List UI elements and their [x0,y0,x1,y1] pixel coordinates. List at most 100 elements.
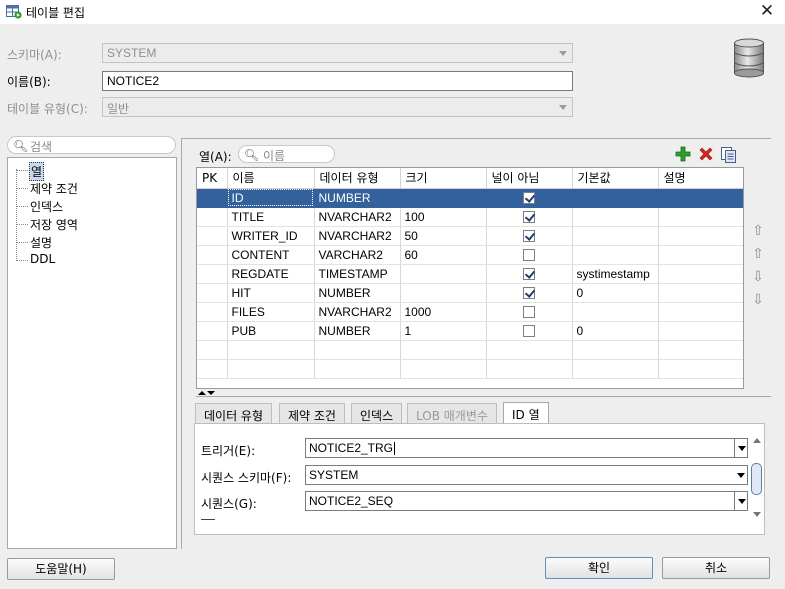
pk-cell[interactable] [197,207,228,227]
not-null-checkbox[interactable] [523,211,535,224]
pk-cell[interactable] [197,188,228,208]
move-up-icon[interactable]: ⇧ [751,247,765,261]
default-cell[interactable]: systimestamp [572,264,659,284]
table-row[interactable]: TITLE NVARCHAR2 100 [197,207,743,227]
size-cell[interactable] [400,283,487,303]
pk-cell[interactable] [197,302,228,322]
name-cell[interactable]: REGDATE [227,264,315,284]
not-null-checkbox[interactable] [523,192,535,205]
column-header[interactable]: 설명 [658,168,743,189]
comment-cell[interactable] [658,321,743,341]
default-cell[interactable]: 0 [572,321,659,341]
not-null-cell[interactable] [486,302,573,322]
name-cell[interactable]: PUB [227,321,315,341]
tab-data-type[interactable]: 데이터 유형 [195,403,273,423]
default-cell[interactable] [572,226,659,246]
sequence-schema-select[interactable]: SYSTEM [305,465,748,485]
not-null-checkbox[interactable] [523,268,535,281]
tree-item-storage[interactable]: 저장 영역 [30,216,78,233]
type-cell[interactable]: NUMBER [314,321,401,341]
size-cell[interactable]: 100 [400,207,487,227]
sequence-combo[interactable]: NOTICE2_SEQ [305,491,748,511]
default-cell[interactable]: 0 [572,283,659,303]
help-button[interactable]: 도움말(H) [7,558,115,580]
tab-identity-column[interactable]: ID 열 [503,402,549,424]
column-header[interactable]: 널이 아님 [486,168,573,189]
move-down-icon[interactable]: ⇩ [751,270,765,284]
pk-cell[interactable] [197,321,228,341]
not-null-cell[interactable] [486,207,573,227]
type-cell[interactable]: VARCHAR2 [314,245,401,265]
not-null-cell[interactable] [486,283,573,303]
scroll-thumb[interactable] [751,463,762,495]
not-null-cell[interactable] [486,226,573,246]
name-cell[interactable]: WRITER_ID [227,226,315,246]
column-header[interactable]: 크기 [400,168,487,189]
table-row[interactable]: WRITER_ID NVARCHAR2 50 [197,226,743,246]
close-button[interactable]: ✕ [758,2,776,20]
table-type-select[interactable]: 일반 [102,97,573,117]
type-cell[interactable]: TIMESTAMP [314,264,401,284]
not-null-checkbox[interactable] [523,325,535,338]
add-column-icon[interactable] [675,146,691,162]
tab-indexes[interactable]: 인덱스 [351,403,403,423]
column-header[interactable]: 이름 [227,168,315,189]
ok-button[interactable]: 확인 [545,557,653,579]
comment-cell[interactable] [658,226,743,246]
table-name-input[interactable]: NOTICE2 [102,71,573,91]
not-null-cell[interactable] [486,264,573,284]
not-null-cell[interactable] [486,188,573,208]
chevron-down-icon[interactable] [734,466,747,484]
not-null-checkbox[interactable] [523,306,535,319]
name-cell[interactable]: TITLE [227,207,315,227]
size-cell[interactable]: 60 [400,245,487,265]
chevron-down-icon[interactable] [734,439,747,457]
comment-cell[interactable] [658,207,743,227]
default-cell[interactable] [572,302,659,322]
not-null-checkbox[interactable] [523,230,535,243]
table-row[interactable]: REGDATE TIMESTAMP systimestamp [197,264,743,284]
move-bottom-icon[interactable]: ⇩ [751,293,765,307]
name-cell[interactable]: HIT [227,283,315,303]
type-cell[interactable]: NUMBER [314,188,401,208]
copy-column-icon[interactable] [720,146,737,163]
tree-item-comment[interactable]: 설명 [30,234,52,251]
table-row[interactable]: HIT NUMBER 0 [197,283,743,303]
pk-cell[interactable] [197,283,228,303]
not-null-checkbox[interactable] [523,249,535,262]
type-cell[interactable]: NUMBER [314,283,401,303]
not-null-cell[interactable] [486,245,573,265]
table-row[interactable]: FILES NVARCHAR2 1000 [197,302,743,322]
tab-lob-parameters[interactable]: LOB 매개변수 [407,403,497,423]
tree-item-ddl[interactable]: DDL [30,252,55,266]
column-header[interactable]: 데이터 유형 [314,168,401,189]
name-cell[interactable]: ID [227,188,315,208]
size-cell[interactable]: 50 [400,226,487,246]
trigger-combo[interactable]: NOTICE2_TRG [305,438,748,458]
pk-cell[interactable] [197,264,228,284]
size-cell[interactable]: 1 [400,321,487,341]
expand-down-icon[interactable] [207,391,215,395]
schema-select[interactable]: SYSTEM [102,43,573,63]
comment-cell[interactable] [658,188,743,208]
size-cell[interactable]: 1000 [400,302,487,322]
type-cell[interactable]: NVARCHAR2 [314,302,401,322]
tree-item-indexes[interactable]: 인덱스 [30,198,63,215]
vertical-scrollbar[interactable] [750,436,763,520]
tab-constraints[interactable]: 제약 조건 [279,403,345,423]
name-cell[interactable]: FILES [227,302,315,322]
name-cell[interactable]: CONTENT [227,245,315,265]
delete-column-icon[interactable] [698,146,714,162]
type-cell[interactable]: NVARCHAR2 [314,207,401,227]
size-cell[interactable] [400,264,487,284]
tree-item-columns[interactable]: 열 [29,162,45,181]
comment-cell[interactable] [658,302,743,322]
scroll-down-icon[interactable] [753,512,761,517]
column-header[interactable]: 기본값 [572,168,659,189]
tree-item-constraints[interactable]: 제약 조건 [30,180,78,197]
move-top-icon[interactable]: ⇧ [751,224,765,238]
chevron-down-icon[interactable] [734,492,747,510]
pk-cell[interactable] [197,226,228,246]
cancel-button[interactable]: 취소 [662,557,770,579]
table-row[interactable]: CONTENT VARCHAR2 60 [197,245,743,265]
